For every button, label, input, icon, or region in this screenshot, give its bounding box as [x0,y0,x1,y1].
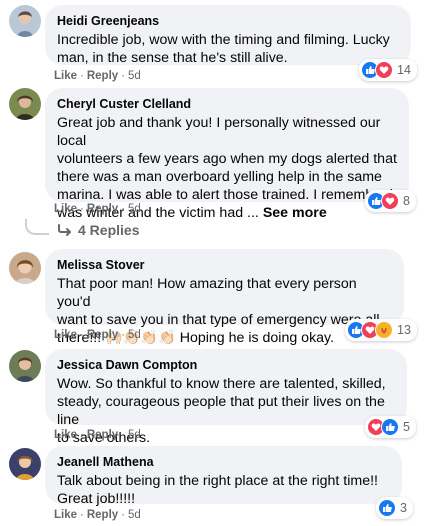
comment-author[interactable]: Jeanell Mathena [57,454,390,470]
reaction-summary[interactable]: 8 [365,190,416,212]
comment-bubble: Melissa Stover That poor man! How amazin… [45,249,404,346]
reaction-summary[interactable]: 13 [345,319,417,341]
comment-actions: Like · Reply · 5d [54,202,141,216]
comment-line: That poor man! How amazing that every pe… [57,276,357,310]
comment-timestamp[interactable]: 5d [128,329,141,341]
comment-author[interactable]: Cheryl Custer Clelland [57,96,397,112]
avatar[interactable] [9,88,41,120]
comment-line: steady, courageous people that put their… [57,394,385,428]
reaction-count: 5 [403,420,410,434]
separator: · [121,329,126,341]
comment-author[interactable]: Heidi Greenjeans [57,13,399,29]
avatar[interactable] [9,448,41,480]
comment-timestamp[interactable]: 5d [128,203,141,215]
reaction-count: 3 [400,501,407,515]
comment-bubble: Cheryl Custer Clelland Great job and tha… [45,88,409,221]
comment-timestamp[interactable]: 5d [128,429,141,441]
avatar[interactable] [9,252,41,284]
comment-text: Incredible job, wow with the timing and … [57,31,399,67]
comment-text: Talk about being in the right place at t… [57,472,390,508]
avatar[interactable] [9,350,41,382]
comment-line: man, in the sense that he's still alive. [57,50,288,66]
like-button[interactable]: Like [54,329,77,341]
like-button[interactable]: Like [54,429,77,441]
comment-bubble: Jeanell Mathena Talk about being in the … [45,446,402,507]
avatar[interactable] [9,5,41,37]
comment-bubble: Jessica Dawn Compton Wow. So thankful to… [45,349,407,446]
reaction-count: 13 [397,323,411,337]
reaction-summary[interactable]: 3 [376,497,413,519]
care-icon [375,321,393,339]
separator: · [80,429,84,441]
comment-actions: Like · Reply · 5d [54,428,141,442]
reaction-summary[interactable]: 14 [359,59,417,81]
separator: · [80,203,84,215]
reply-button[interactable]: Reply [87,429,118,441]
comment-bubble: Heidi Greenjeans Incredible job, wow wit… [45,5,411,67]
reply-button[interactable]: Reply [87,509,118,521]
separator: · [80,329,84,341]
comment-line: there was a man overboard yelling help i… [57,169,382,185]
comment-timestamp[interactable]: 5d [128,509,141,521]
love-icon [381,192,399,210]
comment-actions: Like · Reply · 5d [54,508,141,522]
reaction-count: 14 [397,63,411,77]
comment-line: volunteers a few years ago when my dogs … [57,151,397,167]
like-button[interactable]: Like [54,509,77,521]
like-button[interactable]: Like [54,203,77,215]
see-more-link[interactable]: See more [263,205,327,221]
comment-line: Talk about being in the right place at t… [57,473,378,489]
separator: · [121,203,126,215]
comment-timestamp[interactable]: 5d [128,70,141,82]
comment-line: Incredible job, wow with the timing and … [57,32,390,48]
reaction-summary[interactable]: 5 [365,416,416,438]
comment-actions: Like · Reply · 5d [54,69,141,83]
separator: · [80,509,84,521]
comment-actions: Like · Reply · 5d [54,328,141,342]
comment-line: Great job and thank you! I personally wi… [57,115,381,149]
reaction-count: 8 [403,194,410,208]
love-icon [375,61,393,79]
thread-connector [25,219,49,235]
view-replies-link[interactable]: 4 Replies [58,222,139,238]
reply-arrow-icon [58,224,71,236]
separator: · [121,70,126,82]
comment-line: marina. I was able to alert those traine… [57,187,397,203]
reply-button[interactable]: Reply [87,329,118,341]
comment-author[interactable]: Melissa Stover [57,257,392,273]
reply-button[interactable]: Reply [87,70,118,82]
separator: · [121,429,126,441]
replies-count: 4 Replies [78,222,140,238]
comment-author[interactable]: Jessica Dawn Compton [57,357,395,373]
like-icon [381,418,399,436]
like-icon [378,499,396,517]
reply-button[interactable]: Reply [87,203,118,215]
comment-line: want to save you in that type of emergen… [57,312,380,328]
comment-line: Great job!!!!! [57,491,136,507]
separator: · [121,509,126,521]
like-button[interactable]: Like [54,70,77,82]
separator: · [80,70,84,82]
comment-line: Wow. So thankful to know there are talen… [57,376,386,392]
